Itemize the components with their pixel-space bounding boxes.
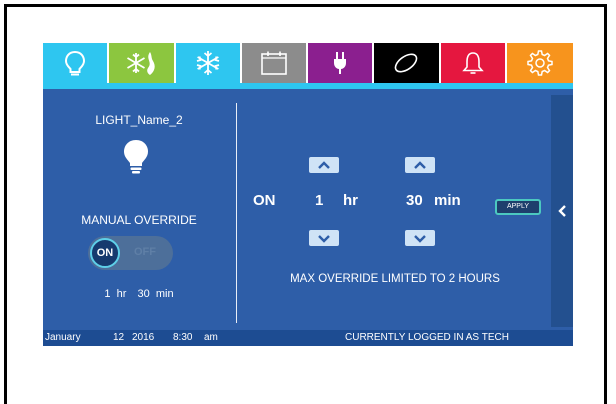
panel-divider [236,103,237,323]
duration-min-value: 30 [137,288,150,300]
duration-hr-unit: hr [116,288,127,300]
heat-cool-icon [127,52,156,75]
minute-down-button[interactable] [405,230,435,246]
apply-button[interactable]: APPLY [495,199,541,215]
minute-unit: min [434,192,461,209]
category-tab-bar [43,43,573,83]
override-state: ON [253,192,276,209]
override-duration: 1 hr 30 min [43,288,235,300]
duration-min-unit: min [155,288,174,300]
chevron-up-icon [414,160,426,169]
mode-label: MANUAL OVERRIDE [81,213,197,227]
override-panel: ON 1 hr 30 min APPLY MAX OVERRIDE LIMITE… [239,95,551,325]
date-month: January [45,332,81,343]
controller-screen: LIGHT_Name_2 MANUAL OVERRIDE ON OFF 1 hr… [43,43,573,346]
chevron-down-icon [414,234,426,243]
login-status: CURRENTLY LOGGED IN AS TECH [345,332,509,343]
tab-cooling[interactable] [175,43,242,83]
duration-hr-value: 1 [104,288,111,300]
plug-icon [334,52,347,74]
toggle-off-label: OFF [134,246,156,258]
toggle-on-knob: ON [90,238,120,268]
tab-lighting[interactable] [43,43,110,83]
lightbulb-icon [65,50,86,76]
date-day: 12 [113,332,125,343]
minute-up-button[interactable] [405,157,435,173]
calendar-icon [261,51,287,75]
tab-zones[interactable] [374,43,441,83]
status-bar: January 12 2016 8:30 am CURRENTLY LOGGED… [43,330,573,346]
tab-heat-cool[interactable] [109,43,176,83]
zone-icon [395,53,418,73]
device-name: LIGHT_Name_2 [95,113,183,127]
device-panel: LIGHT_Name_2 MANUAL OVERRIDE ON OFF 1 hr… [43,95,235,325]
chevron-up-icon [318,160,330,169]
snowflake-icon [196,51,219,75]
tab-schedule[interactable] [241,43,308,83]
clock-ampm: am [204,332,218,343]
tab-power[interactable] [308,43,375,83]
hour-unit: hr [343,192,358,209]
side-panel-toggle[interactable] [551,95,573,327]
active-tab-indicator [43,83,573,89]
date-year: 2016 [132,332,155,343]
hour-down-button[interactable] [309,230,339,246]
hour-up-button[interactable] [309,157,339,173]
chevron-down-icon [318,234,330,243]
chevron-left-icon [558,205,566,217]
hour-value: 1 [315,192,324,209]
minute-value: 30 [406,192,423,209]
override-limit-note: MAX OVERRIDE LIMITED TO 2 HOURS [290,273,500,285]
lightbulb-icon [124,140,148,174]
clock-time: 8:30 [173,332,193,343]
override-toggle[interactable]: ON OFF [88,236,173,270]
gear-icon [527,50,553,76]
bell-icon [461,52,484,74]
tab-alarms[interactable] [440,43,507,83]
tab-settings[interactable] [506,43,573,83]
